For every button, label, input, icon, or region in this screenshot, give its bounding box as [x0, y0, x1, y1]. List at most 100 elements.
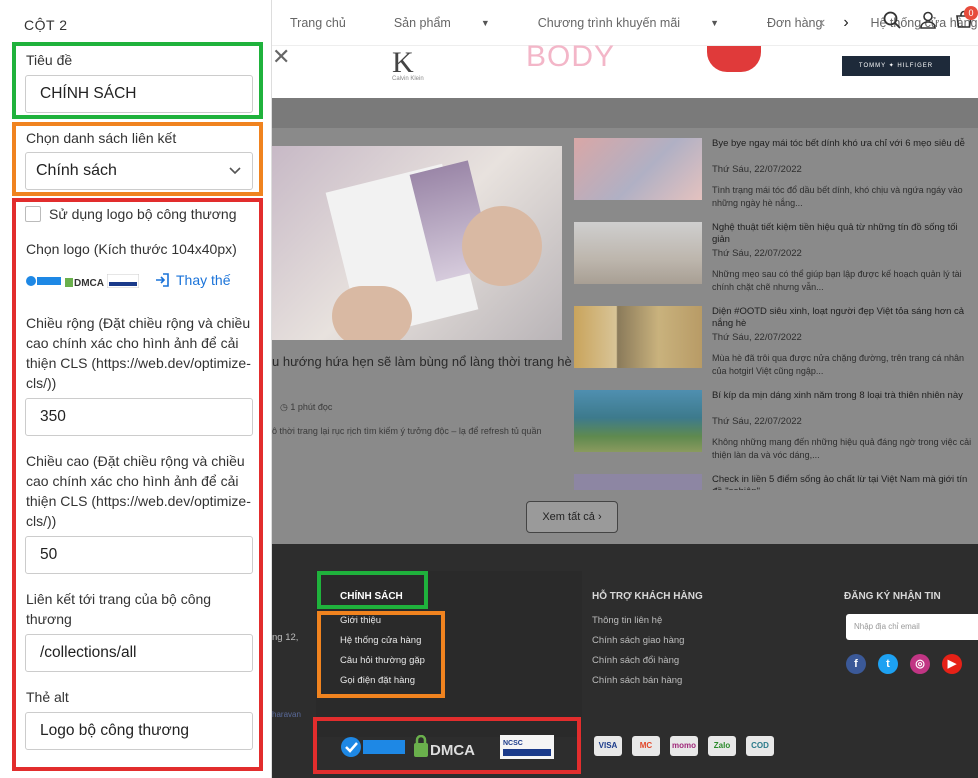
instagram-icon[interactable]: ◎ [910, 654, 930, 674]
svg-text:NCSC: NCSC [503, 740, 523, 747]
height-label: Chiều cao (Đặt chiều rộng và chiều cao c… [26, 453, 251, 529]
zalopay-icon: Zalo [708, 736, 736, 756]
website-preview: Trang chủ Sản phẩm ▼ Chương trình khuyến … [272, 0, 978, 778]
support-link[interactable]: Chính sách đổi hàng [592, 655, 679, 666]
post-thumbnail[interactable] [574, 306, 702, 368]
newsletter-email-input[interactable]: Nhập địa chỉ email [846, 614, 978, 640]
brand-mark: K [392, 46, 414, 79]
brand-logo-calvin-klein: K Calvin Klein [392, 46, 424, 82]
policy-link[interactable]: Gọi điện đặt hàng [340, 675, 415, 686]
svg-text:DMCA: DMCA [74, 278, 104, 288]
menu-scroll-arrows: ‹ › [820, 14, 867, 32]
nav-label: Đơn hàng [766, 15, 823, 30]
facebook-icon[interactable]: f [846, 654, 866, 674]
youtube-icon[interactable]: ▶ [942, 654, 962, 674]
chevron-right-icon: › [597, 511, 602, 523]
chevron-right-icon[interactable]: › [843, 14, 848, 31]
post-title[interactable]: Nghệ thuật tiết kiệm tiền hiệu quả từ nh… [712, 222, 974, 246]
chevron-down-icon [228, 153, 242, 203]
nav-item-promotions[interactable]: Chương trình khuyến mãi ▼ [538, 16, 743, 30]
replace-logo-button[interactable]: Thay thế [154, 272, 230, 288]
dmca-badge[interactable]: DMCA [412, 735, 482, 759]
user-icon[interactable] [918, 10, 938, 30]
post-title[interactable]: Check in liền 5 điểm sống ảo chất lừ tại… [712, 474, 974, 490]
link-input[interactable]: /collections/all [25, 634, 253, 672]
blog-section: u hướng hứa hẹn sẽ làm bùng nổ làng thời… [272, 128, 978, 544]
ncsc-badge[interactable]: NCSC [500, 735, 554, 759]
chevron-down-icon: ▼ [710, 17, 719, 28]
bo-cong-thuong-badge[interactable] [340, 735, 406, 759]
link-label: Liên kết tới trang của bộ công thương [26, 591, 212, 627]
post-title[interactable]: Diện #OOTD siêu xinh, loạt người đẹp Việ… [712, 306, 974, 330]
ncsc-logo-icon [107, 274, 139, 288]
hero-post-excerpt: ô thời trang lại rục rịch tìm kiếm ý tưở… [272, 426, 542, 436]
support-heading: HỖ TRỢ KHÁCH HÀNG [592, 591, 703, 602]
alt-input[interactable]: Logo bộ công thương [25, 712, 253, 750]
newsletter-heading: ĐĂNG KÝ NHẬN TIN [844, 591, 941, 602]
post-title[interactable]: Bí kíp da mịn dáng xinh năm trong 8 loại… [712, 390, 974, 402]
post-excerpt: Những mẹo sau có thể giúp bạn lập được k… [712, 269, 962, 292]
post-excerpt: Không những mang đến những hiệu quả đáng… [712, 437, 972, 460]
bo-cong-thuong-logo-icon [26, 276, 61, 286]
brand-logo-body: BODY [526, 40, 616, 73]
use-logo-checkbox[interactable] [25, 206, 41, 222]
list-item[interactable]: Diện #OOTD siêu xinh, loạt người đẹp Việ… [574, 306, 974, 386]
momo-icon: momo [670, 736, 698, 756]
select-value: Chính sách [36, 162, 117, 179]
hero-post-title[interactable]: u hướng hứa hẹn sẽ làm bùng nổ làng thời… [272, 354, 572, 369]
width-label: Chiều rộng (Đặt chiều rộng và chiều cao … [26, 315, 251, 391]
post-date: Thứ Sáu, 22/07/2022 [712, 164, 802, 175]
nav-item-home[interactable]: Trang chủ [290, 16, 370, 30]
use-logo-label: Sử dụng logo bộ công thương [49, 206, 237, 222]
list-item[interactable]: Bye bye ngay mái tóc bết dính khó ưa chỉ… [574, 138, 974, 218]
chevron-down-icon: ▼ [480, 17, 490, 28]
support-link[interactable]: Chính sách giao hàng [592, 635, 684, 646]
footer-address: ng 12, [272, 632, 299, 643]
mastercard-icon: MC [632, 736, 660, 756]
nav-label: Trang chủ [290, 15, 346, 30]
alt-label: Thẻ alt [26, 689, 69, 705]
brand-logo-levis [707, 46, 761, 72]
list-item[interactable]: Check in liền 5 điểm sống ảo chất lừ tại… [574, 474, 974, 490]
cod-icon: COD [746, 736, 774, 756]
read-time-text: 1 phút đọc [290, 402, 333, 412]
view-all-button[interactable]: Xem tất cả › [526, 501, 618, 533]
list-item[interactable]: Nghệ thuật tiết kiệm tiền hiệu quả từ nh… [574, 222, 974, 302]
post-title[interactable]: Bye bye ngay mái tóc bết dính khó ưa chỉ… [712, 138, 974, 150]
twitter-icon[interactable]: t [878, 654, 898, 674]
policy-link[interactable]: Hệ thống cửa hàng [340, 635, 421, 646]
logo-preview: DMCA [25, 274, 139, 288]
replace-label: Thay thế [176, 272, 231, 288]
heading-input[interactable]: CHÍNH SÁCH [25, 75, 253, 113]
ncsc-logo-icon: NCSC [500, 735, 554, 759]
hero-read-time: ◷ 1 phút đọc [280, 402, 332, 413]
height-input[interactable]: 50 [25, 536, 253, 574]
post-excerpt: Mùa hè đã trôi qua được nửa chặng đường,… [712, 353, 965, 376]
list-item[interactable]: Bí kíp da mịn dáng xinh năm trong 8 loại… [574, 390, 974, 470]
nav-item-products[interactable]: Sản phẩm ▼ [394, 16, 514, 30]
svg-text:DMCA: DMCA [430, 742, 475, 759]
panel-title: CỘT 2 [24, 17, 68, 33]
post-date: Thứ Sáu, 22/07/2022 [712, 332, 802, 343]
post-thumbnail[interactable] [574, 474, 702, 490]
policy-link[interactable]: Giới thiệu [340, 615, 381, 626]
view-all-label: Xem tất cả [542, 511, 595, 523]
hero-image[interactable] [272, 146, 562, 340]
site-footer: ng 12, haravan CHÍNH SÁCH Giới thiệu Hệ … [272, 544, 978, 778]
chevron-left-icon[interactable]: ‹ [820, 14, 825, 31]
policy-link[interactable]: Câu hỏi thường gặp [340, 655, 425, 666]
section-header-band [272, 98, 978, 128]
policy-heading: CHÍNH SÁCH [340, 591, 403, 602]
brand-logo-partial: ✕ [272, 44, 291, 69]
support-link[interactable]: Thông tin liên hệ [592, 615, 662, 626]
support-link[interactable]: Chính sách bán hàng [592, 675, 682, 686]
post-thumbnail[interactable] [574, 390, 702, 452]
post-thumbnail[interactable] [574, 222, 702, 284]
width-input[interactable]: 350 [25, 398, 253, 436]
post-date: Thứ Sáu, 22/07/2022 [712, 416, 802, 427]
header-icons: 0 [882, 6, 978, 30]
link-list-select[interactable]: Chính sách [25, 152, 253, 190]
brand-strip: ✕ K Calvin Klein BODY TOMMY ✦ HILFIGER [272, 40, 978, 98]
post-thumbnail[interactable] [574, 138, 702, 200]
search-icon[interactable] [882, 10, 902, 30]
